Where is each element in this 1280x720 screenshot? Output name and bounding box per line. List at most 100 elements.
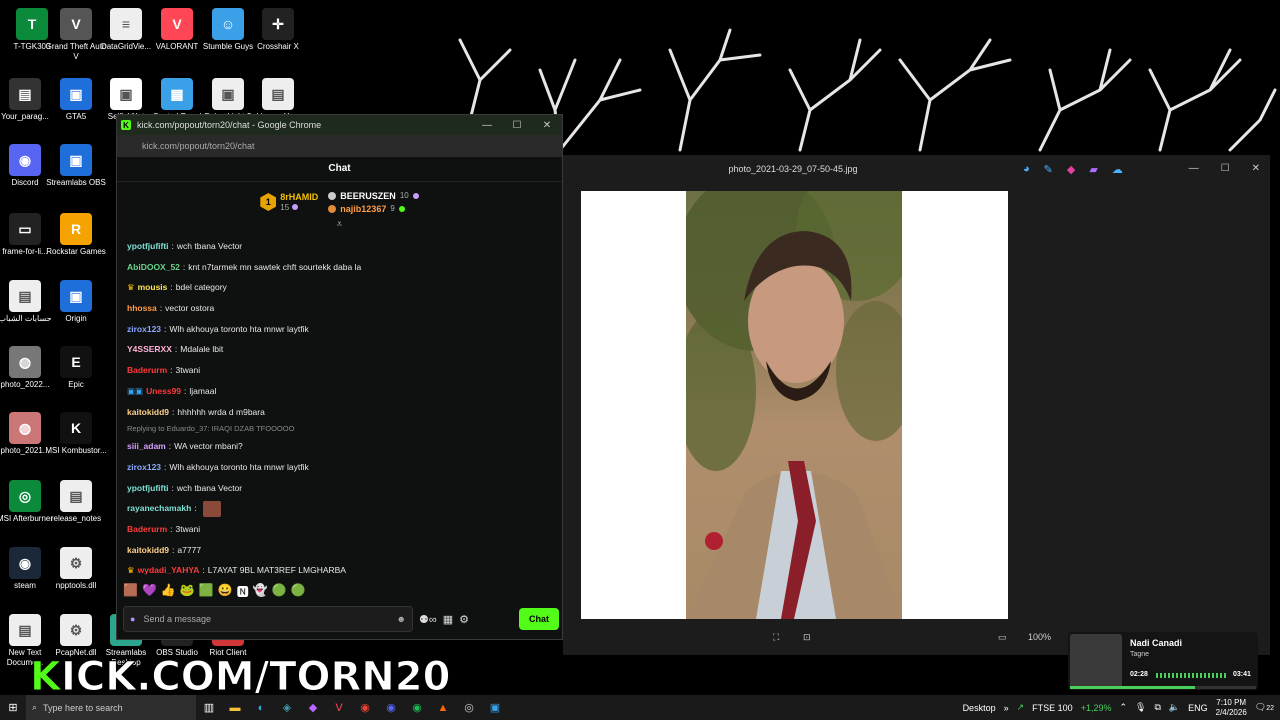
paint-icon[interactable]: ◆ <box>1067 163 1075 176</box>
chrome-icon[interactable]: ◉ <box>352 695 378 720</box>
chat-message: ypotfjufifti: wch tbana Vector <box>117 236 557 257</box>
chat-username[interactable]: ypotfjufifti <box>127 478 169 499</box>
desktop-icon[interactable]: ▤ release_notes <box>44 480 108 524</box>
chat-text: wch tbana Vector <box>176 241 243 251</box>
emoji-icon[interactable]: ☻ <box>397 614 406 624</box>
chat-username[interactable]: Baderurm <box>127 519 167 540</box>
chat-username[interactable]: Uness99 <box>146 381 181 402</box>
chat-username[interactable]: zirox123 <box>127 319 161 340</box>
chat-username[interactable]: hhossa <box>127 298 157 319</box>
chevron-icon[interactable]: » <box>1004 703 1009 713</box>
chat-username[interactable]: AbiDOOX_52 <box>127 257 180 278</box>
chat-username[interactable]: siii_adam <box>127 436 166 457</box>
photos-icon[interactable]: ▣ <box>482 695 508 720</box>
chat-username[interactable]: kaitokidd9 <box>127 540 169 561</box>
maximize-button[interactable]: ☐ <box>1221 163 1230 174</box>
app-icon[interactable]: ◈ <box>274 695 300 720</box>
chat-username[interactable]: mousis <box>138 277 168 298</box>
app-icon: ▣ <box>60 78 92 110</box>
desktop-icon[interactable]: ▣ Origin <box>44 280 108 324</box>
leader-count: 9 <box>390 204 395 213</box>
desktop-icon[interactable]: R Rockstar Games <box>44 213 108 257</box>
copilot-icon[interactable]: ◕ <box>1023 163 1030 176</box>
collapse-icon[interactable]: ⩡ <box>117 220 562 230</box>
community-icon[interactable]: ⚉∞ <box>419 613 437 626</box>
fullscreen-icon[interactable]: ⛶ <box>773 632 779 643</box>
tray-up-icon[interactable]: ⌃ <box>1119 702 1127 713</box>
language[interactable]: ENG <box>1188 703 1208 713</box>
chat-separator: : <box>172 544 175 555</box>
app-icon[interactable]: ◎ <box>456 695 482 720</box>
app-icon[interactable]: ◆ <box>300 695 326 720</box>
minimize-button[interactable]: — <box>1189 163 1199 174</box>
address-bar[interactable]: kick.com/popout/torn20/chat <box>117 135 562 157</box>
time: 7:10 PM <box>1216 697 1247 707</box>
emote-icon[interactable]: 👻 <box>253 583 268 600</box>
emote-icon[interactable]: 👍 <box>161 583 176 600</box>
message-input[interactable]: ● Send a message ☻ <box>123 606 413 632</box>
elapsed-time: 02:28 <box>1130 671 1148 678</box>
desktop-icon[interactable]: ▣ Streamlabs OBS <box>44 144 108 188</box>
desktop-icon[interactable]: ⚙ npptools.dll <box>44 547 108 591</box>
fit-icon[interactable]: ⊡ <box>803 632 811 643</box>
progress-track[interactable] <box>1070 686 1256 689</box>
emote-icon[interactable]: 🐸 <box>180 583 195 600</box>
leader-second[interactable]: BEERUSZEN 10 <box>328 191 419 201</box>
spotify-widget: Nadi Canadi Tagne 02:28 03:41 <box>1068 632 1258 690</box>
file-explorer-icon[interactable]: ▬ <box>222 695 248 720</box>
settings-icon[interactable]: ⚙ <box>459 613 469 626</box>
chat-username[interactable]: zirox123 <box>127 457 161 478</box>
emote-icon[interactable]: 🟢 <box>272 583 287 600</box>
minimize-button[interactable]: — <box>472 120 502 131</box>
edge-icon[interactable]: ◐ <box>248 695 274 720</box>
valorant-icon[interactable]: V <box>326 695 352 720</box>
chat-username[interactable]: kaitokidd9 <box>127 402 169 423</box>
chat-username[interactable]: Y4SSERXX <box>127 339 172 360</box>
maximize-button[interactable]: ☐ <box>502 120 532 131</box>
app-icon: ▤ <box>60 480 92 512</box>
network-icon[interactable]: ⧉ <box>1154 702 1160 713</box>
emote-icon[interactable]: 🅽 <box>237 583 249 600</box>
ftse-label[interactable]: FTSE 100 <box>1032 703 1073 713</box>
reply-context: Replying to Eduardo_37: IRAQI DZAB TFOOO… <box>127 424 295 434</box>
mic-icon[interactable]: ● <box>130 614 135 624</box>
store-icon[interactable]: ▦ <box>443 613 453 626</box>
mic-tray-icon[interactable]: 🎙 <box>1135 702 1146 713</box>
chat-username[interactable]: ypotfjufifti <box>127 236 169 257</box>
emote-icon[interactable]: 🟢 <box>291 583 306 600</box>
close-button[interactable]: ✕ <box>1252 163 1260 174</box>
leader-third[interactable]: najib12367 9 <box>328 204 418 214</box>
chat-username[interactable]: wydadi_YAHYA <box>138 560 200 581</box>
notification-icon[interactable]: 🗨22 <box>1255 702 1274 713</box>
zoom-level[interactable]: 100% <box>1028 632 1051 642</box>
chat-username[interactable]: rayanechamakh <box>127 498 191 519</box>
leader-name: 8rHAMID <box>280 192 319 202</box>
volume-icon[interactable]: 🔈 <box>1169 702 1180 713</box>
desktop-icon[interactable]: ✛ Crosshair X <box>246 8 310 52</box>
chat-text: a7777 <box>177 544 202 555</box>
clock[interactable]: 7:10 PM 2/4/2026 <box>1216 698 1247 718</box>
taskbar-search[interactable]: ⌕ Type here to search <box>26 695 196 720</box>
desktop-icon-label: npptools.dll <box>55 581 97 590</box>
start-icon[interactable]: ⊞ <box>0 695 26 720</box>
app-icon[interactable]: ▲ <box>430 695 456 720</box>
onedrive-icon[interactable]: ☁ <box>1112 163 1123 176</box>
desktop-toolbar[interactable]: Desktop <box>963 703 996 713</box>
edit-icon[interactable]: ✎ <box>1044 163 1053 176</box>
spotify-icon[interactable]: ◉ <box>404 695 430 720</box>
chat-username[interactable]: Baderurm <box>127 360 167 381</box>
desktop-icon[interactable]: K MSI Kombustor... <box>44 412 108 456</box>
send-chat-button[interactable]: Chat <box>519 608 559 630</box>
close-button[interactable]: ✕ <box>532 120 562 131</box>
discord-icon[interactable]: ◉ <box>378 695 404 720</box>
clipchamp-icon[interactable]: ▰ <box>1089 163 1097 176</box>
leader-first[interactable]: 1 8rHAMID 15 <box>260 192 318 212</box>
desktop-icon[interactable]: E Epic <box>44 346 108 390</box>
emote-icon[interactable]: 😀 <box>218 583 233 600</box>
emote-icon[interactable]: 🟫 <box>123 583 138 600</box>
chat-message: ypotfjufifti: wch tbana Vector <box>117 478 557 499</box>
actual-size-icon[interactable]: ▭ <box>998 632 1007 643</box>
emote-icon[interactable]: 🟩 <box>199 583 214 600</box>
task-view-icon[interactable]: ▥ <box>196 695 222 720</box>
emote-icon[interactable]: 💜 <box>142 583 157 600</box>
